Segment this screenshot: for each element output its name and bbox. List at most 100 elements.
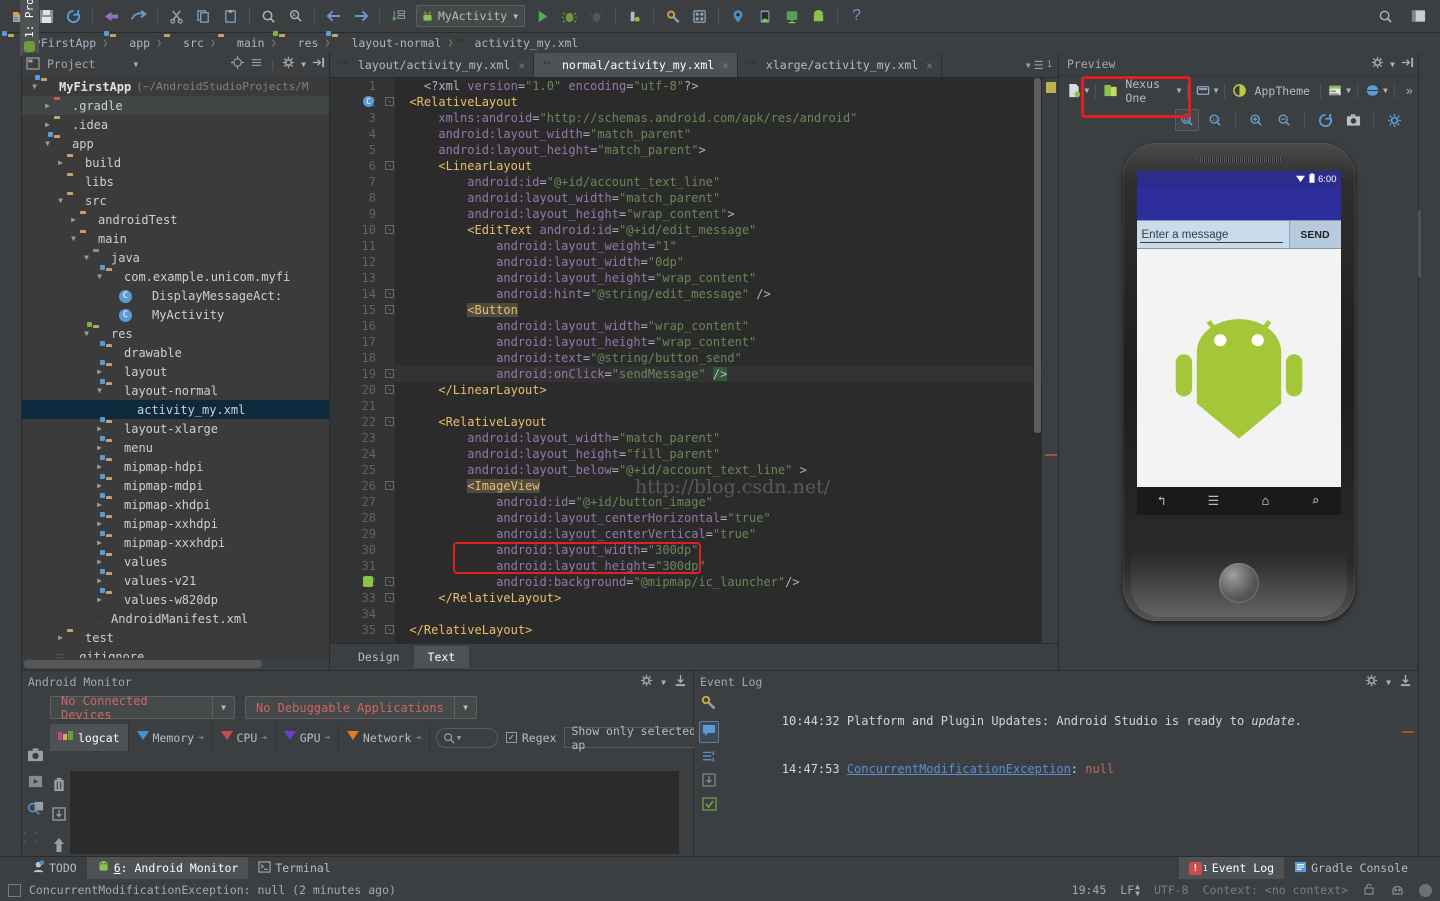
- search-everywhere-icon[interactable]: [1373, 4, 1398, 29]
- bottom-tab-event-log[interactable]: ! 1 Event Log: [1178, 857, 1285, 879]
- tree-item[interactable]: ▶ layout: [22, 359, 329, 381]
- message-edit-text[interactable]: Enter a message: [1137, 221, 1289, 248]
- code-line[interactable]: <EditText android:id="@+id/edit_message": [395, 222, 1042, 238]
- sidebar-item-project[interactable]: 1: Project: [20, 0, 39, 56]
- pin-icon[interactable]: ⇥: [325, 733, 330, 743]
- screen-record-icon[interactable]: [27, 774, 44, 792]
- chevron-right-icon[interactable]: ▶: [93, 576, 106, 585]
- editor-mode-tab[interactable]: Text: [413, 646, 470, 668]
- code-line[interactable]: [395, 606, 1042, 622]
- hide-panel-icon[interactable]: [312, 56, 325, 72]
- tree-item[interactable]: ▶ values: [22, 549, 329, 571]
- gear-icon[interactable]: [1365, 674, 1378, 690]
- tab-memory[interactable]: Memory ⇥: [129, 724, 213, 751]
- chevron-right-icon[interactable]: ▶: [93, 538, 106, 547]
- code-line[interactable]: android:layout_height="fill_parent": [395, 446, 1042, 462]
- chevron-right-icon[interactable]: ▶: [93, 443, 106, 452]
- zoom-actual-icon[interactable]: 1:1: [1203, 109, 1227, 131]
- connected-devices-combo[interactable]: No Connected Devices ▼: [50, 694, 235, 722]
- tree-item[interactable]: ▶ menu: [22, 435, 329, 457]
- export-icon[interactable]: [702, 773, 716, 790]
- chevron-down-icon[interactable]: ▼: [454, 697, 476, 718]
- drag-handle[interactable]: • • • •: [22, 829, 48, 847]
- breadcrumb-item-src[interactable]: src: [164, 36, 208, 50]
- run-icon[interactable]: [530, 4, 555, 29]
- chevron-right-icon[interactable]: ▶: [67, 215, 80, 224]
- scroll-from-source-icon[interactable]: [231, 56, 245, 72]
- hide-panel-icon[interactable]: [1401, 56, 1414, 72]
- code-editor[interactable]: 1C23456789101112131415161718192021222324…: [330, 78, 1058, 643]
- chevron-down-icon[interactable]: ▼: [301, 60, 306, 69]
- forward-icon[interactable]: [348, 4, 373, 29]
- attach-debugger-icon[interactable]: [752, 4, 777, 29]
- tree-item[interactable]: ▶ mipmap-xhdpi: [22, 492, 329, 514]
- line-separator-selector[interactable]: LF ▲ ▼: [1120, 883, 1140, 898]
- back-icon[interactable]: ↰: [1158, 494, 1166, 509]
- class-marker-icon[interactable]: C: [363, 96, 374, 107]
- code-line[interactable]: android:background="@mipmap/ic_launcher"…: [395, 574, 1042, 590]
- tree-item[interactable]: ▶ androidTest: [22, 210, 329, 229]
- cut-icon[interactable]: [164, 4, 189, 29]
- breadcrumb-item-activity-my-xml[interactable]: activity_my.xml: [456, 36, 583, 50]
- editor-tab-overflow[interactable]: ▼ ☰ 1: [1026, 53, 1058, 77]
- chevron-down-icon[interactable]: ▼: [28, 82, 41, 91]
- chevron-down-icon[interactable]: ▼: [67, 234, 80, 243]
- activity-icon[interactable]: [1327, 80, 1344, 102]
- gear-icon[interactable]: [1371, 56, 1384, 72]
- chevron-down-icon[interactable]: ▼: [212, 697, 234, 718]
- preview-canvas[interactable]: 6:00 Enter a message SEND ↰ ☰ ⌂ ⌕: [1059, 135, 1418, 670]
- sync-icon[interactable]: [61, 4, 86, 29]
- code-line[interactable]: android:layout_width="match_parent": [395, 126, 1042, 142]
- tree-item[interactable]: ▶ mipmap-hdpi: [22, 454, 329, 476]
- pin-icon[interactable]: ⇥: [261, 733, 266, 743]
- gear-icon[interactable]: [1382, 109, 1406, 131]
- locale-icon[interactable]: [1364, 80, 1381, 102]
- chevron-down-icon[interactable]: ▼: [93, 386, 106, 395]
- breadcrumb-item-res[interactable]: res: [272, 31, 323, 50]
- bottom-tab-gradle-console[interactable]: Gradle Console: [1284, 857, 1418, 879]
- code-line[interactable]: android:text="@string/button_send": [395, 350, 1042, 366]
- editor-mode-tab[interactable]: Design: [344, 646, 414, 668]
- bottom-tab-terminal[interactable]: Terminal: [248, 857, 340, 879]
- pin-icon[interactable]: ⇥: [198, 733, 203, 743]
- close-icon[interactable]: ✕: [722, 59, 729, 72]
- run-configuration-selector[interactable]: MyActivity ▼: [416, 5, 526, 27]
- tree-item[interactable]: ▶ test: [22, 628, 329, 647]
- gear-icon[interactable]: [640, 674, 653, 690]
- chevron-down-icon[interactable]: ▼: [1346, 86, 1351, 95]
- fold-marker[interactable]: -: [382, 94, 395, 110]
- tree-item[interactable]: .gitignore: [22, 647, 329, 659]
- theme-icon[interactable]: [1231, 80, 1248, 102]
- editor-vertical-scrollbar[interactable]: [1034, 78, 1041, 433]
- tree-item[interactable]: ▶ .idea: [22, 115, 329, 134]
- code-line[interactable]: android:layout_height="match_parent">: [395, 142, 1042, 158]
- chevron-right-icon[interactable]: ▶: [93, 424, 106, 433]
- chevron-down-icon[interactable]: ▼: [54, 196, 67, 205]
- pin-icon[interactable]: ⇥: [415, 733, 420, 743]
- chevron-down-icon[interactable]: ▼: [80, 329, 93, 338]
- code-line[interactable]: <?xml version="1.0" encoding="utf-8"?>: [395, 78, 1042, 94]
- tree-item[interactable]: ▼ MyFirstApp (~/AndroidStudioProjects/M: [22, 75, 329, 96]
- screenshot-icon[interactable]: [27, 747, 44, 765]
- chevron-down-icon[interactable]: ▼: [1177, 86, 1182, 95]
- chevron-right-icon[interactable]: ▶: [93, 462, 106, 471]
- tree-item[interactable]: libs: [22, 172, 329, 191]
- collapse-all-icon[interactable]: [250, 56, 263, 72]
- editor-tab[interactable]: normal/activity_my.xml ✕: [533, 53, 738, 77]
- code-line[interactable]: android:layout_height="wrap_content": [395, 270, 1042, 286]
- inspector-icon[interactable]: [1390, 882, 1405, 899]
- group-icon[interactable]: [702, 750, 716, 766]
- logcat-search-input[interactable]: ▼: [435, 727, 498, 748]
- android-device-monitor-icon[interactable]: [779, 4, 804, 29]
- code-line[interactable]: android:onClick="sendMessage" />: [395, 366, 1042, 382]
- tree-item[interactable]: ▶ mipmap-xxxhdpi: [22, 530, 329, 552]
- zoom-out-icon[interactable]: [1272, 109, 1296, 131]
- chevron-down-icon[interactable]: ▼: [1026, 61, 1031, 70]
- layout-toggle-icon[interactable]: [1406, 4, 1431, 29]
- chevron-down-icon[interactable]: ▼: [41, 139, 54, 148]
- code-line[interactable]: android:layout_centerVertical="true": [395, 526, 1042, 542]
- android-resource-marker-icon[interactable]: [363, 576, 373, 587]
- debuggable-apps-combo[interactable]: No Debuggable Applications ▼: [245, 696, 477, 719]
- chevron-down-icon[interactable]: ▼: [1390, 60, 1395, 69]
- regex-checkbox-group[interactable]: ✓ Regex: [505, 731, 556, 745]
